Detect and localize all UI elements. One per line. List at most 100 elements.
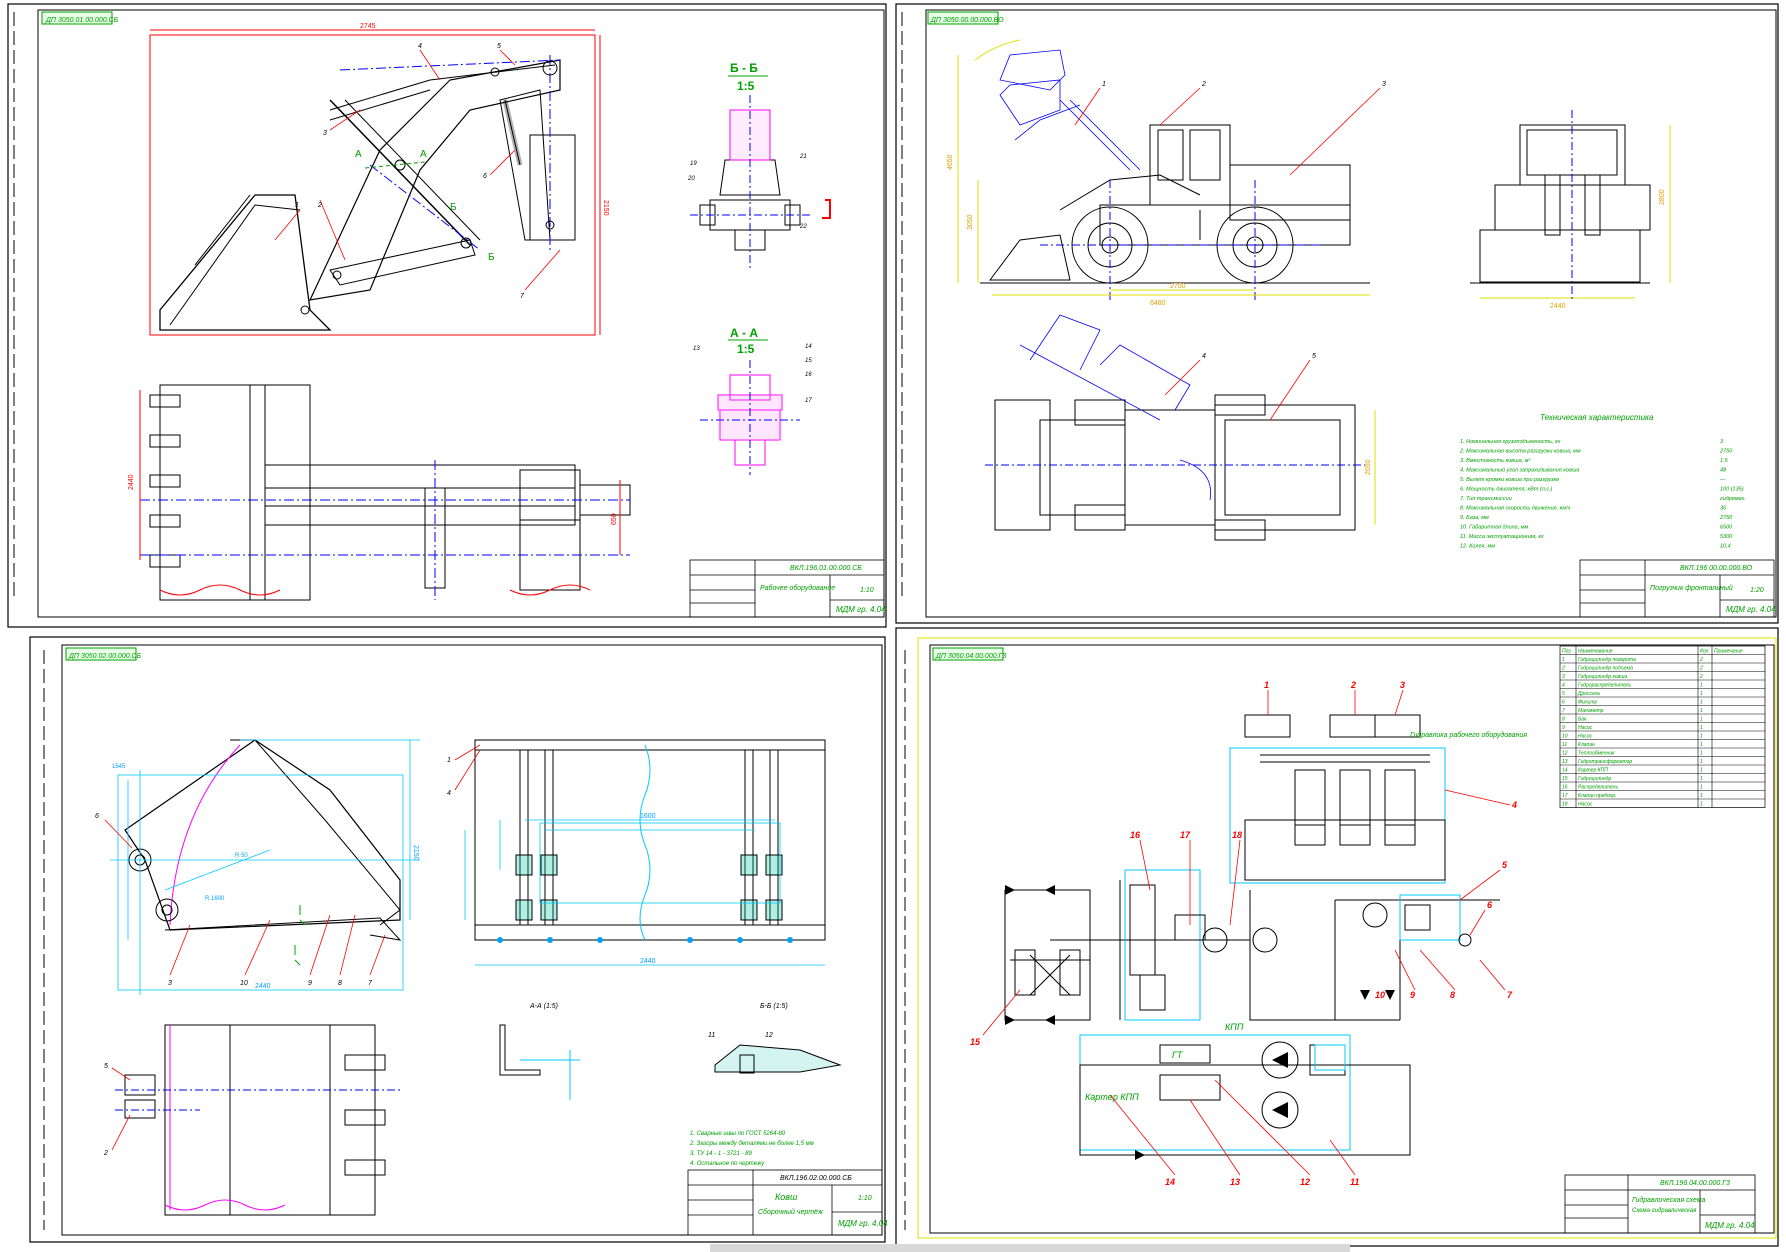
dim-h2: 3050 <box>967 214 974 230</box>
callout-13: 13 <box>1230 1177 1240 1187</box>
titleblock-code: ВКЛ.196.00.00.000.ВО <box>1680 565 1753 572</box>
sheet-stamp: ДП 3050.04.00.000.Г3 <box>935 653 1006 660</box>
section-a-label: А-А (1:5) <box>529 1003 558 1010</box>
spec-cell: Гидроцилиндр ковша <box>1578 674 1627 680</box>
spec-cell: 1 <box>1700 691 1703 697</box>
spec-cell: Гидроцилиндр <box>1578 776 1611 782</box>
spec-cell: 2 <box>1699 674 1703 680</box>
spec-header-cell: Примечание <box>1714 649 1743 655</box>
tech-row-value: 10,4 <box>1720 544 1731 550</box>
tech-row-value: 6500 <box>1720 525 1733 531</box>
callout-14: 14 <box>805 344 812 350</box>
tech-row-label: 9. База, мм <box>1460 515 1489 521</box>
spec-cell: 1 <box>1700 759 1703 765</box>
callout-20: 20 <box>687 176 695 182</box>
note-line: 1. Сварные швы по ГОСТ 5264-80 <box>690 1131 786 1137</box>
titleblock-group: МДМ гр. 4.04 <box>836 605 886 614</box>
dim-w3: 2440 <box>1550 303 1566 310</box>
spec-cell: 1 <box>1700 751 1703 757</box>
sheet-2: ДП 3050.00.00.000.ВО 4650 3050 2750 6480… <box>895 3 1779 624</box>
spec-cell: 1 <box>1700 700 1703 706</box>
callout-14: 14 <box>1165 1177 1175 1187</box>
sheet-4: ДП 3050.04.00.000.Г3 Гидравлика рабочего… <box>895 627 1779 1247</box>
spec-cell: Насос <box>1578 734 1593 740</box>
spec-cell: 1 <box>1700 768 1703 774</box>
tech-row-value: 36 <box>1720 506 1727 512</box>
spec-cell: Бак <box>1578 717 1587 723</box>
callout-4: 4 <box>418 43 422 50</box>
spec-cell: Гидрораспределитель <box>1578 683 1632 689</box>
callout-22: 22 <box>799 224 807 230</box>
sheet-3: ДП 3050.02.00.000.СБ 2150 2440 R 1600 R … <box>29 636 888 1243</box>
section-b-scale: 1:5 <box>737 79 755 93</box>
callout-5: 5 <box>104 1063 108 1070</box>
callout-2: 2 <box>317 202 322 209</box>
titleblock-name: Гидравлическая схема <box>1632 1196 1706 1204</box>
spec-cell: Гидроцилиндр подъема <box>1578 666 1633 672</box>
spec-cell: 1 <box>1700 776 1703 782</box>
tech-row-value: 1,5 <box>1720 458 1729 464</box>
marker-b2: Б <box>488 252 495 263</box>
spec-cell: 1 <box>1700 683 1703 689</box>
dim-d6: 2440 <box>640 958 656 965</box>
callout-3: 3 <box>1400 680 1405 690</box>
spec-cell: Дроссель <box>1577 691 1601 697</box>
titleblock-name: Погрузчик фронтальный <box>1650 584 1733 592</box>
sheet-stamp: ДП 3050.02.00.000.СБ <box>68 653 142 660</box>
spec-cell: Насос <box>1578 725 1593 731</box>
callout-5: 5 <box>1312 353 1316 360</box>
label-gt: ГТ <box>1172 1050 1184 1060</box>
spec-cell: Гидротрансформатор <box>1578 759 1632 765</box>
label-kpp: КПП <box>1225 1022 1244 1032</box>
spec-cell: 2 <box>1561 666 1565 672</box>
spec-cell: 12 <box>1562 751 1568 757</box>
spec-cell: 6 <box>1562 700 1565 706</box>
titleblock-code: ВКЛ.196.01.00.000.СБ <box>790 565 862 572</box>
callout-1: 1 <box>1102 81 1106 88</box>
callout-15: 15 <box>970 1037 981 1047</box>
spec-cell: Манометр <box>1578 708 1604 714</box>
callout-1: 1 <box>447 757 451 764</box>
tech-row-value: 100 (135) <box>1720 487 1744 493</box>
spec-cell: 9 <box>1562 725 1565 731</box>
callout-1: 1 <box>295 202 299 209</box>
callout-11: 11 <box>1350 1177 1359 1187</box>
callout-16: 16 <box>805 372 812 378</box>
callout-15: 15 <box>805 358 812 364</box>
bottom-strip <box>710 1244 1350 1252</box>
dim-w1: 2750 <box>1170 283 1186 290</box>
label-hydraulics: Гидравлика рабочего оборудования <box>1410 731 1527 739</box>
spec-cell: 3 <box>1562 674 1565 680</box>
spec-cell: Гидроцилиндр поворота <box>1578 657 1636 663</box>
titleblock-subname: Схема гидравлическая <box>1632 1208 1697 1214</box>
spec-cell: 1 <box>1562 657 1565 663</box>
spec-cell: 5 <box>1562 691 1565 697</box>
marker-a2: А <box>420 149 427 160</box>
dim-d5: R 50 <box>235 853 248 859</box>
tech-row-value: 5300 <box>1720 534 1733 540</box>
titleblock-code: ВКЛ.196.02.00.000.СБ <box>780 1175 852 1182</box>
dim-d4: 1545 <box>112 764 126 770</box>
titleblock-subname: Сборочный чертёж <box>758 1208 824 1216</box>
dim-top: 2745 <box>360 23 376 30</box>
dim-left: 2440 <box>128 474 135 490</box>
dim-w2: 6480 <box>1150 300 1166 307</box>
callout-4: 4 <box>447 790 451 797</box>
spec-cell: 15 <box>1562 776 1568 782</box>
spec-cell: Клапан <box>1578 742 1595 748</box>
spec-cell: 1 <box>1700 802 1703 808</box>
tech-row-label: 10. Габаритная длина, мм <box>1460 525 1529 531</box>
tech-row-label: 5. Вылет кромки ковша при разгрузке <box>1460 477 1559 483</box>
spec-cell: 1 <box>1700 725 1703 731</box>
dim-d1: 2440 <box>255 983 271 990</box>
titleblock-name: Ковш <box>775 1192 798 1202</box>
spec-cell: 1 <box>1700 717 1703 723</box>
tech-row-value: 2750 <box>1719 449 1733 455</box>
titleblock-name: Рабочее оборудование <box>760 584 835 592</box>
spec-cell: 2 <box>1699 657 1703 663</box>
spec-cell: 17 <box>1562 793 1568 799</box>
spec-cell: 8 <box>1562 717 1565 723</box>
titleblock-scale: 1:10 <box>860 587 874 594</box>
callout-16: 16 <box>1130 830 1141 840</box>
titleblock-group: МДМ гр. 4.04 <box>1726 605 1776 614</box>
